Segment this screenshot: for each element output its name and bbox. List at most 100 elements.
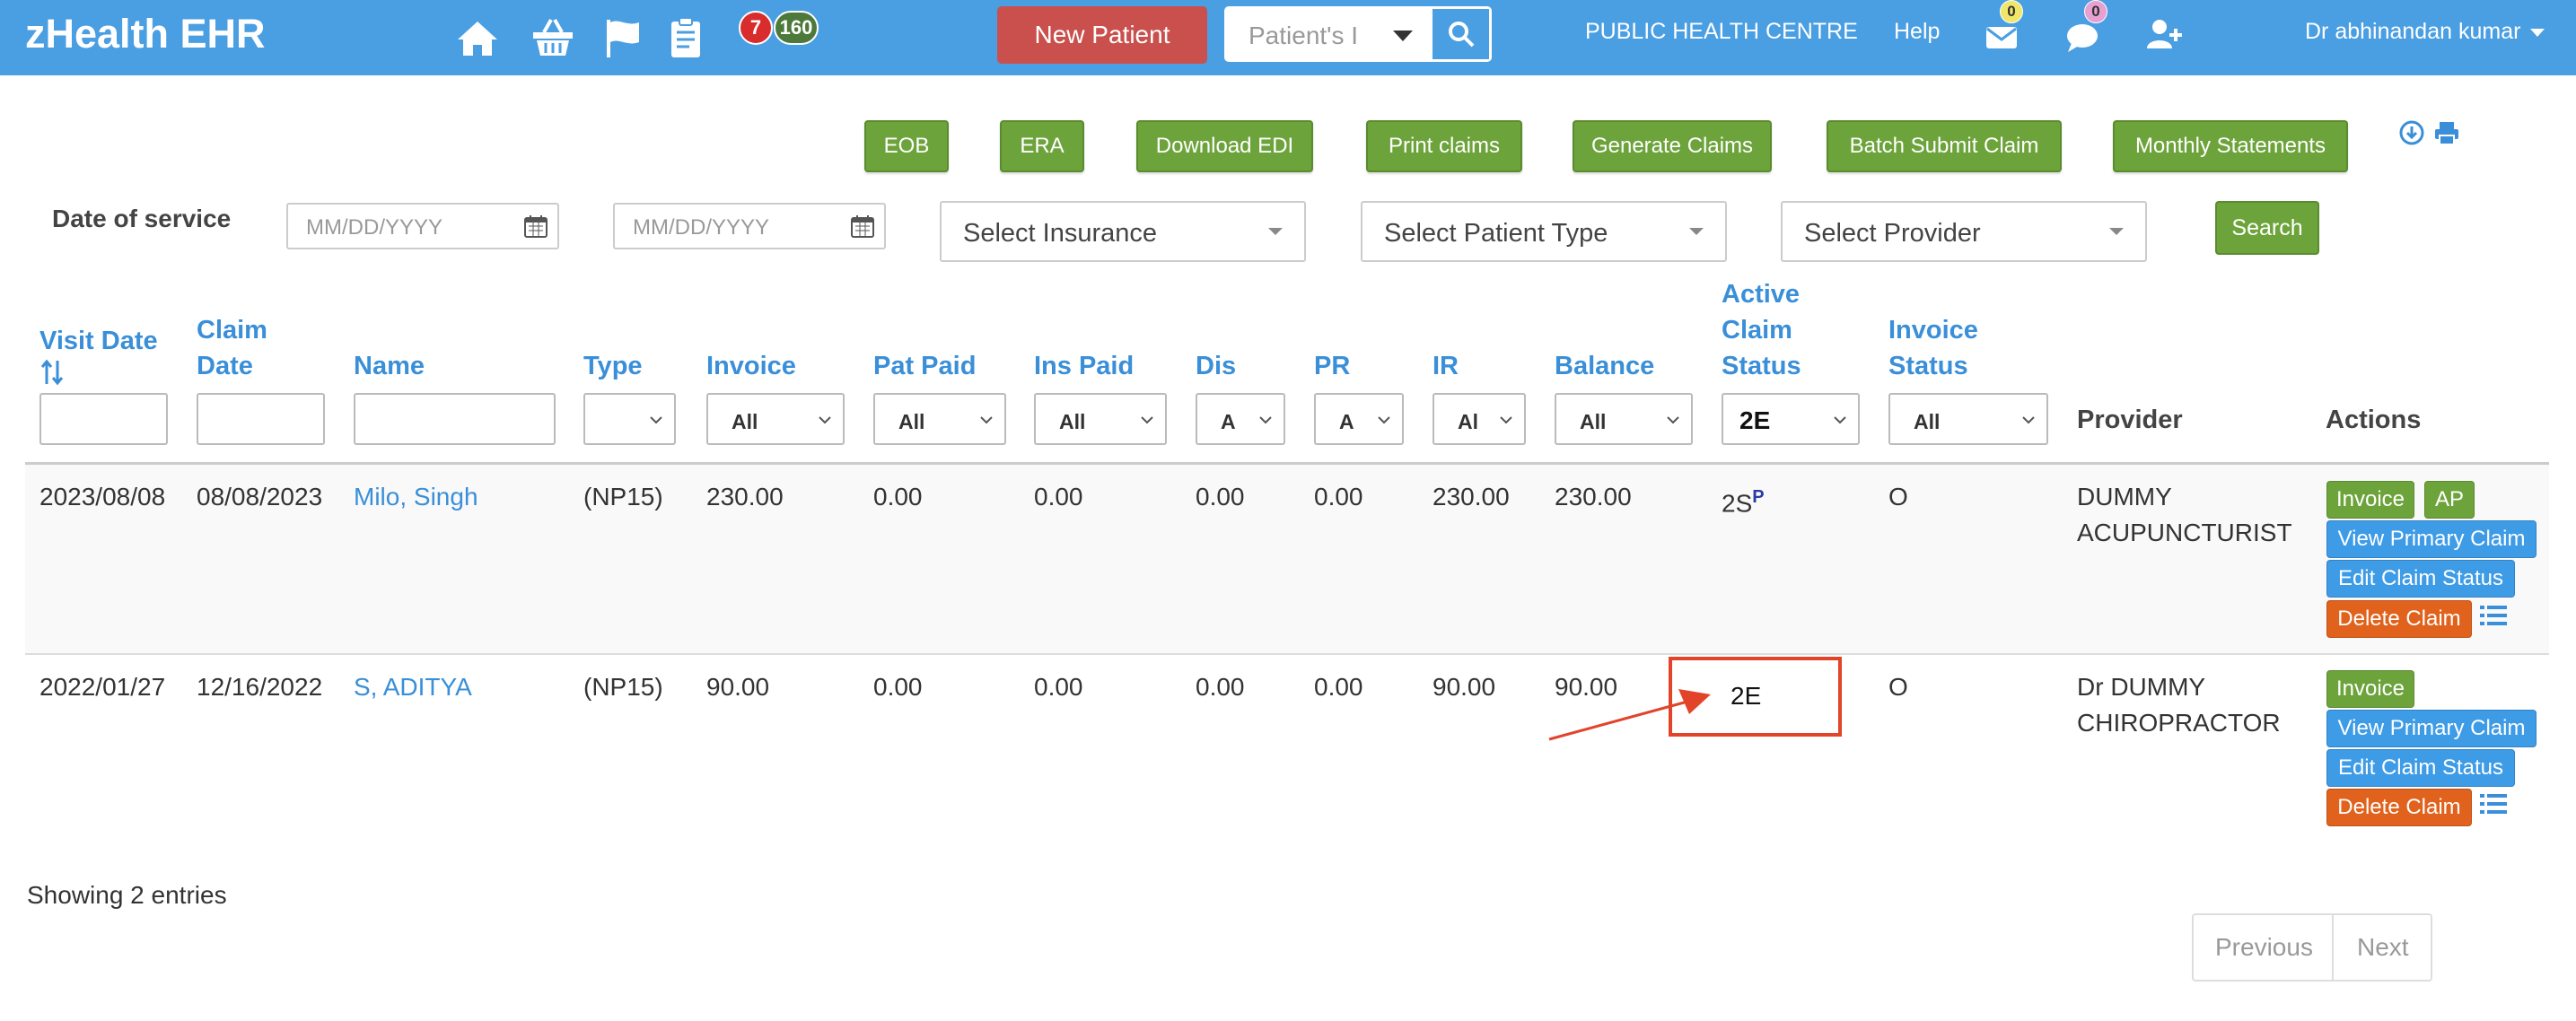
pr-cell: 0.00: [1314, 483, 1363, 510]
header-actions: Actions: [2326, 406, 2422, 434]
chevron-down-icon: [1834, 416, 1846, 424]
name-filter-input[interactable]: [354, 393, 556, 445]
header-visit-date[interactable]: Visit Date: [39, 323, 158, 396]
header-pr[interactable]: PR: [1314, 348, 1350, 384]
generate-claims-button[interactable]: Generate Claims: [1573, 120, 1772, 172]
patient-search-input[interactable]: Patient's I: [1249, 22, 1365, 50]
edit-claim-status-button[interactable]: Edit Claim Status: [2326, 749, 2515, 787]
header-invoice-status-line1: Invoice: [1888, 316, 1978, 345]
ins-paid-cell: 0.00: [1034, 483, 1083, 510]
flag-icon[interactable]: [600, 14, 646, 61]
invoice-status-filter-select[interactable]: All: [1888, 393, 2048, 445]
caret-down-icon[interactable]: [1393, 31, 1413, 41]
ir-cell: 230.00: [1433, 483, 1510, 510]
header-ins-paid[interactable]: Ins Paid: [1034, 348, 1134, 384]
balance-filter-select[interactable]: All: [1555, 393, 1693, 445]
ir-filter-select[interactable]: Al: [1433, 393, 1526, 445]
ap-button[interactable]: AP: [2424, 481, 2475, 519]
help-link[interactable]: Help: [1894, 19, 1940, 45]
view-primary-claim-button[interactable]: View Primary Claim: [2326, 520, 2537, 558]
header-active-claim-status[interactable]: Active Claim Status: [1722, 276, 1801, 384]
claim-date-filter-input[interactable]: [197, 393, 325, 445]
header-claim-date[interactable]: Claim Date: [197, 312, 267, 384]
invoice-filter-select[interactable]: All: [706, 393, 845, 445]
download-icon[interactable]: [2399, 120, 2424, 145]
ins-paid-filter-select[interactable]: All: [1034, 393, 1167, 445]
balance-filter-value: All: [1580, 410, 1607, 433]
pr-filter-select[interactable]: A: [1314, 393, 1404, 445]
patient-type-select[interactable]: Select Patient Type: [1361, 201, 1727, 262]
header-balance[interactable]: Balance: [1555, 348, 1654, 384]
chevron-down-icon: [1141, 416, 1153, 424]
header-acs-line1: Active: [1722, 280, 1801, 309]
chevron-down-icon: [980, 416, 993, 424]
ins-paid-filter-value: All: [1059, 410, 1086, 433]
chevron-down-icon: [1500, 416, 1512, 424]
calendar-icon[interactable]: [523, 214, 548, 239]
provider-line2: ACUPUNCTURIST: [2077, 519, 2292, 546]
home-icon[interactable]: [454, 14, 501, 61]
pat-paid-filter-select[interactable]: All: [873, 393, 1006, 445]
header-pat-paid[interactable]: Pat Paid: [873, 348, 976, 384]
provider-cell: DUMMY ACUPUNCTURIST: [2077, 479, 2292, 551]
patient-search-button[interactable]: [1430, 9, 1489, 59]
patient-name-link[interactable]: S, ADITYA: [354, 669, 472, 705]
monthly-statements-button[interactable]: Monthly Statements: [2113, 120, 2348, 172]
header-invoice[interactable]: Invoice: [706, 348, 796, 384]
notification-badge-green[interactable]: 160: [774, 11, 819, 45]
invoice-cell: 90.00: [706, 673, 770, 701]
add-user-icon[interactable]: [2145, 16, 2183, 54]
mail-icon[interactable]: [1984, 20, 2020, 56]
location-label[interactable]: PUBLIC HEALTH CENTRE: [1585, 19, 1858, 45]
delete-claim-button[interactable]: Delete Claim: [2326, 600, 2472, 638]
date-from-input[interactable]: MM/DD/YYYY: [286, 203, 559, 249]
caret-down-icon: [1689, 228, 1704, 235]
notification-badge-red[interactable]: 7: [739, 11, 773, 45]
print-claims-button[interactable]: Print claims: [1366, 120, 1522, 172]
dis-filter-select[interactable]: A: [1196, 393, 1285, 445]
edit-claim-status-button[interactable]: Edit Claim Status: [2326, 560, 2515, 598]
chat-icon[interactable]: [2064, 20, 2100, 56]
provider-select[interactable]: Select Provider: [1781, 201, 2147, 262]
ir-filter-value: Al: [1458, 410, 1478, 433]
header-dis[interactable]: Dis: [1196, 348, 1236, 384]
caret-down-icon: [1268, 228, 1283, 235]
invoice-button[interactable]: Invoice: [2326, 481, 2414, 519]
search-button[interactable]: Search: [2215, 201, 2319, 255]
insurance-select[interactable]: Select Insurance: [940, 201, 1306, 262]
list-icon[interactable]: [2479, 602, 2508, 629]
new-patient-button[interactable]: New Patient: [997, 6, 1207, 64]
batch-submit-claim-button[interactable]: Batch Submit Claim: [1827, 120, 2062, 172]
visit-date-filter-input[interactable]: [39, 393, 168, 445]
header-invoice-status[interactable]: Invoice Status: [1888, 312, 1978, 384]
invoice-button[interactable]: Invoice: [2326, 670, 2414, 708]
active-claim-status-filter-select[interactable]: 2E: [1722, 393, 1860, 445]
delete-claim-button[interactable]: Delete Claim: [2326, 789, 2472, 826]
calendar-icon[interactable]: [850, 214, 875, 239]
top-navbar: zHealth EHR 7 160 New Patient Patient's …: [0, 0, 2576, 75]
header-ir[interactable]: IR: [1433, 348, 1459, 384]
print-icon[interactable]: [2433, 120, 2460, 145]
user-menu[interactable]: Dr abhinandan kumar: [2305, 19, 2545, 45]
patient-search[interactable]: Patient's I: [1224, 6, 1492, 62]
list-icon[interactable]: [2479, 790, 2508, 817]
previous-page-button[interactable]: Previous: [2215, 933, 2313, 962]
header-type[interactable]: Type: [583, 348, 643, 384]
eob-button[interactable]: EOB: [864, 120, 949, 172]
date-to-input[interactable]: MM/DD/YYYY: [613, 203, 886, 249]
next-page-button[interactable]: Next: [2357, 933, 2409, 962]
app-brand[interactable]: zHealth EHR: [25, 11, 266, 57]
clipboard-icon[interactable]: [662, 14, 709, 61]
pat-paid-cell: 0.00: [873, 483, 923, 510]
view-primary-claim-button[interactable]: View Primary Claim: [2326, 710, 2537, 747]
basket-icon[interactable]: [530, 14, 576, 61]
download-edi-button[interactable]: Download EDI: [1136, 120, 1313, 172]
patient-name-link[interactable]: Milo, Singh: [354, 479, 478, 515]
sort-icon[interactable]: [39, 359, 65, 386]
claim-date-cell: 12/16/2022: [197, 673, 323, 701]
header-name[interactable]: Name: [354, 348, 425, 384]
type-filter-select[interactable]: [583, 393, 676, 445]
claim-status-value: 2S: [1722, 489, 1753, 518]
era-button[interactable]: ERA: [1000, 120, 1084, 172]
provider-line2: CHIROPRACTOR: [2077, 709, 2281, 737]
